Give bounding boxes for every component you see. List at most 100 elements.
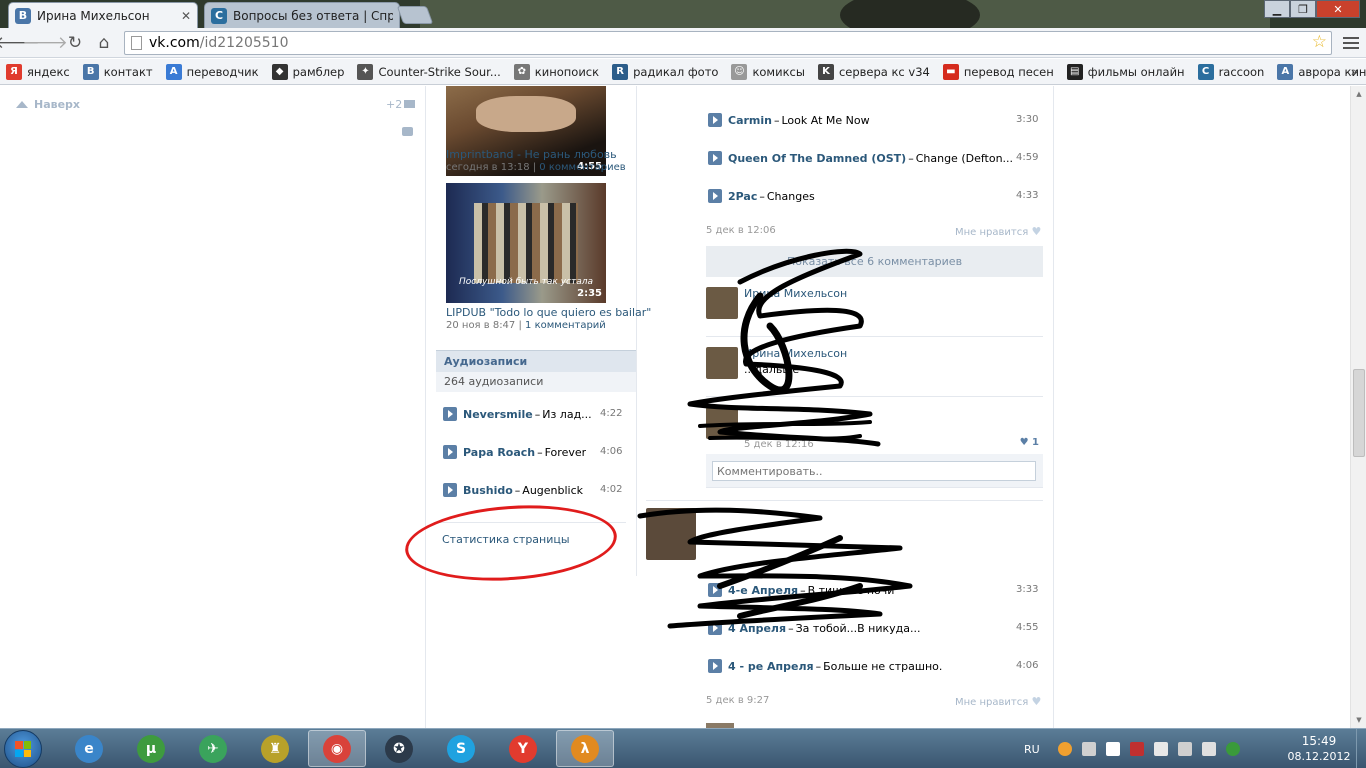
comment-input[interactable] [712,461,1036,481]
audio-count[interactable]: 264 аудиозаписи [436,372,636,392]
track-title: Changes [766,189,815,203]
track-artist-link[interactable]: Neversmile [463,408,533,421]
bookmark-item[interactable]: ▤ фильмы онлайн [1066,63,1185,80]
video-comments-link[interactable]: 0 комментариев [539,162,625,173]
maximize-button[interactable]: ❐ [1290,0,1316,18]
scroll-to-top-link[interactable]: Наверх [16,98,80,111]
video-title-link[interactable]: Imprintband - Не рань любовь [446,148,617,161]
taskbar-app-button[interactable]: S [432,730,490,767]
network-icon[interactable] [1225,742,1240,756]
play-icon[interactable] [443,407,457,421]
volume-icon[interactable] [1081,742,1096,756]
bluetooth-icon[interactable] [1105,742,1120,756]
track-artist-link[interactable]: 2Pac [728,190,757,203]
bookmark-star-icon[interactable]: ☆ [1312,32,1327,52]
video-thumbnail[interactable]: Послушной быть так устала 2:35 [446,183,606,303]
bookmark-item[interactable]: Вконтакт [82,63,153,80]
language-indicator[interactable]: RU [1024,743,1040,756]
tab-questions[interactable]: C Вопросы без ответа | Спр [204,2,400,28]
avatar[interactable] [706,347,738,379]
bookmark-item[interactable]: ◆ рамблер [271,63,344,80]
tab-vk-profile[interactable]: В Ирина Михельсон ✕ [8,2,198,28]
chrome-icon: ◉ [323,734,351,763]
minimize-button[interactable]: ▁ [1264,0,1290,18]
windows-logo-icon [15,741,31,757]
bookmarks-overflow-button[interactable]: » [1351,65,1358,79]
video-title-link[interactable]: LIPDUB "Todo lo que quiero es bailar" [446,306,651,319]
scroll-up-icon[interactable]: ▲ [1351,86,1366,102]
utorrent-icon: µ [137,734,165,763]
bookmark-item[interactable]: Kсервера кс v34 [817,63,930,80]
bookmark-item[interactable]: ▬ перевод песен [942,63,1054,80]
close-window-button[interactable]: ✕ [1316,0,1360,18]
post-date[interactable]: 5 дек в 9:27 [706,695,769,706]
home-icon[interactable]: ⌂ [93,32,115,54]
track-artist-link[interactable]: Queen Of The Damned (OST) [728,152,906,165]
tray-app-icon[interactable] [1057,742,1072,756]
comment-like-button[interactable]: ♥ 1 [1020,437,1039,448]
play-icon[interactable] [708,189,722,203]
clock[interactable]: 15:49 08.12.2012 [1284,734,1354,763]
track-artist-link[interactable]: Papa Roach [463,446,535,459]
post-date[interactable]: 5 дек в 12:06 [706,225,776,236]
scribble-stroke [717,535,863,619]
play-icon[interactable] [443,445,457,459]
like-button[interactable]: Мне нравится ♥ [955,695,1041,708]
taskbar-app-button[interactable]: e [60,730,118,767]
play-icon[interactable] [708,113,722,127]
video-comments-link[interactable]: 1 комментарий [525,320,606,331]
avatar[interactable] [646,508,696,560]
scrollbar-thumb[interactable] [1353,369,1365,457]
track-artist-link[interactable]: 4 - ре Апреля [728,660,814,673]
bookmark-item[interactable]: ✦ Counter-Strike Sour... [357,63,501,80]
comment-author-link[interactable]: Ирина Михельсон [744,347,847,360]
reload-button[interactable]: ↻ [64,32,86,54]
bookmark-item[interactable]: ☺ комиксы [731,63,805,80]
show-all-comments-button[interactable]: Показать все 6 комментариев [706,246,1043,277]
play-icon[interactable] [708,583,722,597]
new-messages-indicator[interactable]: +2 [386,98,416,111]
chat-icon[interactable] [402,127,413,136]
new-tab-button[interactable] [396,6,434,24]
track-artist-link[interactable]: Carmin [728,114,772,127]
play-icon[interactable] [708,621,722,635]
network-error-icon[interactable] [1129,742,1144,756]
film-strip-icon: ▤ [1066,63,1083,80]
like-button[interactable]: Мне нравится ♥ [955,225,1041,238]
address-bar[interactable]: vk.com/id21205510 ☆ [124,31,1332,55]
play-icon[interactable] [708,151,722,165]
taskbar-app-button[interactable]: λ [556,730,614,767]
menu-icon[interactable] [1340,32,1362,54]
start-button[interactable] [4,730,42,768]
bookmark-item[interactable]: Яяндекс [6,63,70,80]
taskbar-app-button[interactable]: µ [122,730,180,767]
play-icon[interactable] [443,483,457,497]
url-text: vk.com/id21205510 [149,35,289,51]
page-scrollbar[interactable]: ▲ ▼ [1350,86,1366,728]
play-icon[interactable] [708,659,722,673]
comment-author-link[interactable]: Ирина Михельсон [744,287,847,300]
audio-section-heading[interactable]: Аудиозаписи [436,350,636,372]
avatar[interactable] [706,407,738,439]
avatar[interactable] [706,287,738,319]
bookmark-item[interactable]: ✿ кинопоиск [513,63,599,80]
speaker-icon[interactable] [1201,742,1216,756]
taskbar-app-button[interactable]: ✪ [370,730,428,767]
taskbar-app-button[interactable]: ♜ [246,730,304,767]
bookmark-item[interactable]: Craccoon [1197,63,1264,80]
tab-title: Ирина Михельсон [37,8,150,23]
track-artist-link[interactable]: 4 Апреля [728,622,786,635]
bookmark-item[interactable]: Aпереводчик [165,63,259,80]
device-icon[interactable] [1153,742,1168,756]
usb-icon[interactable] [1177,742,1192,756]
track-artist-link[interactable]: 4-е Апреля [728,584,798,597]
taskbar-app-button[interactable]: Y [494,730,552,767]
forward-button[interactable]: 🡒 [22,32,68,54]
close-icon[interactable]: ✕ [181,9,191,23]
track-artist-link[interactable]: Bushido [463,484,513,497]
taskbar-app-button[interactable]: ✈ [184,730,242,767]
bookmark-item[interactable]: Rрадикал фото [612,63,718,80]
show-desktop-button[interactable] [1356,729,1366,768]
taskbar-app-button[interactable]: ◉ [308,730,366,767]
scroll-down-icon[interactable]: ▼ [1351,712,1366,728]
